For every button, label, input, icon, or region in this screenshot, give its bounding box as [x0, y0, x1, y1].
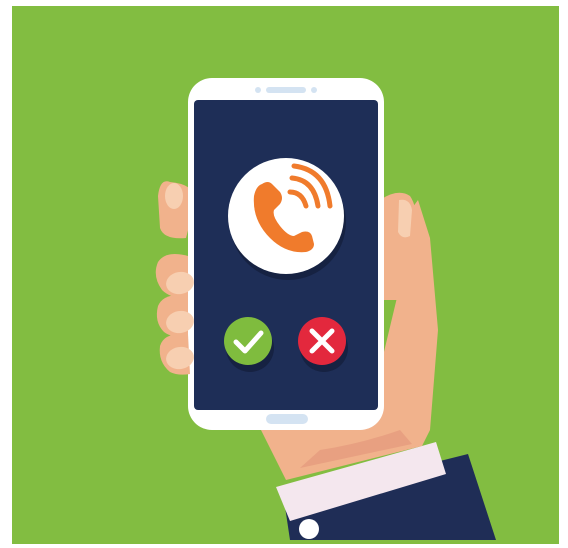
phone-home-button[interactable]	[266, 414, 308, 424]
accept-call-button[interactable]	[224, 317, 272, 365]
thumb-nail	[398, 199, 412, 238]
caller-avatar-circle	[228, 158, 344, 274]
decline-call-button[interactable]	[298, 317, 346, 365]
smartphone	[188, 78, 384, 430]
incoming-call-illustration	[12, 6, 559, 544]
sleeve-button-icon	[299, 519, 319, 539]
phone-camera	[255, 87, 261, 93]
phone-earpiece	[266, 87, 306, 93]
finger-nail	[165, 183, 183, 209]
